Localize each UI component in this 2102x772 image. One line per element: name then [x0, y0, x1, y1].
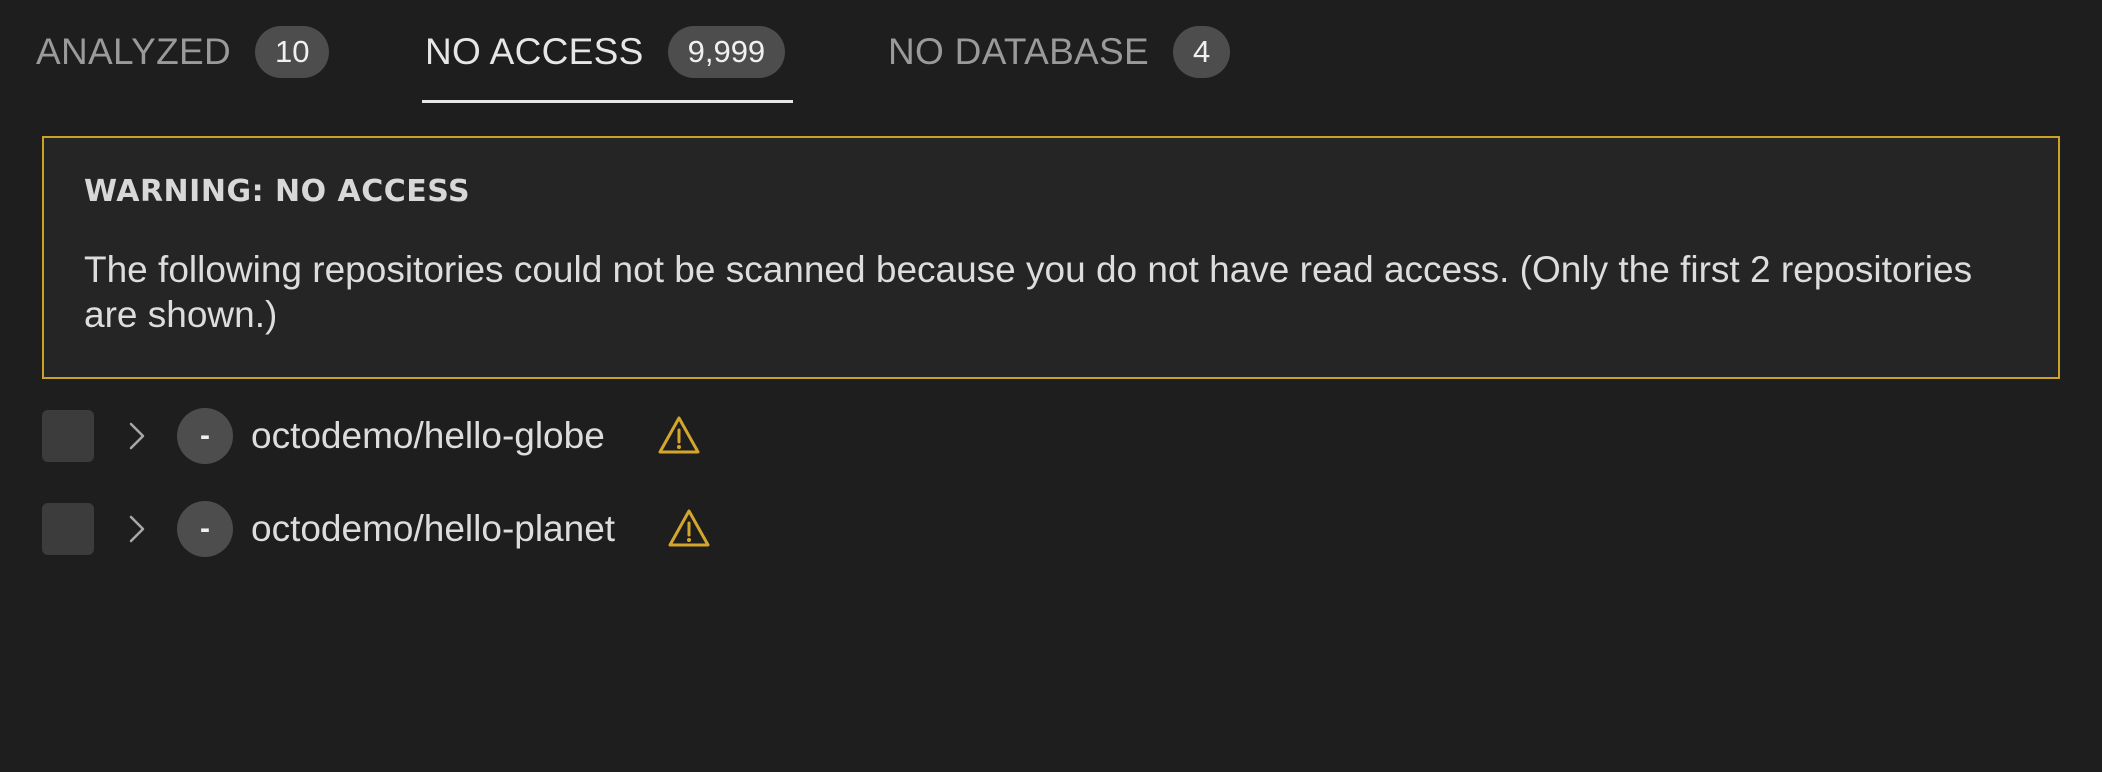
active-tab-indicator	[422, 100, 793, 103]
list-item[interactable]: - octodemo/hello-planet	[0, 493, 900, 557]
tab-label: NO DATABASE	[888, 30, 1149, 72]
warning-title: WARNING: NO ACCESS	[84, 174, 471, 209]
tab-count-badge: 9,999	[667, 25, 786, 78]
repo-name: octodemo/hello-planet	[251, 508, 616, 549]
repo-checkbox[interactable]	[42, 410, 94, 462]
tab-count-badge: 10	[255, 25, 330, 78]
warning-message: The following repositories could not be …	[84, 249, 1973, 335]
repo-name: octodemo/hello-globe	[251, 415, 605, 456]
tab-no-access[interactable]: NO ACCESS 9,999	[425, 0, 786, 103]
status-badge: -	[177, 501, 233, 557]
warning-banner: WARNING: NO ACCESS The following reposit…	[42, 136, 2060, 379]
chevron-right-icon[interactable]	[122, 509, 152, 549]
chevron-right-icon[interactable]	[122, 416, 152, 456]
tab-count-badge: 4	[1172, 25, 1231, 78]
tab-label: NO ACCESS	[425, 30, 644, 72]
list-item[interactable]: - octodemo/hello-globe	[0, 400, 900, 464]
tab-analyzed[interactable]: ANALYZED 10	[36, 0, 330, 103]
repo-checkbox[interactable]	[42, 503, 94, 555]
results-tabs: ANALYZED 10 NO ACCESS 9,999 NO DATABASE …	[0, 0, 2102, 105]
tab-no-database[interactable]: NO DATABASE 4	[888, 0, 1231, 103]
status-badge: -	[177, 408, 233, 464]
tab-label: ANALYZED	[36, 30, 231, 72]
warning-icon	[667, 508, 711, 548]
warning-icon	[657, 415, 701, 455]
